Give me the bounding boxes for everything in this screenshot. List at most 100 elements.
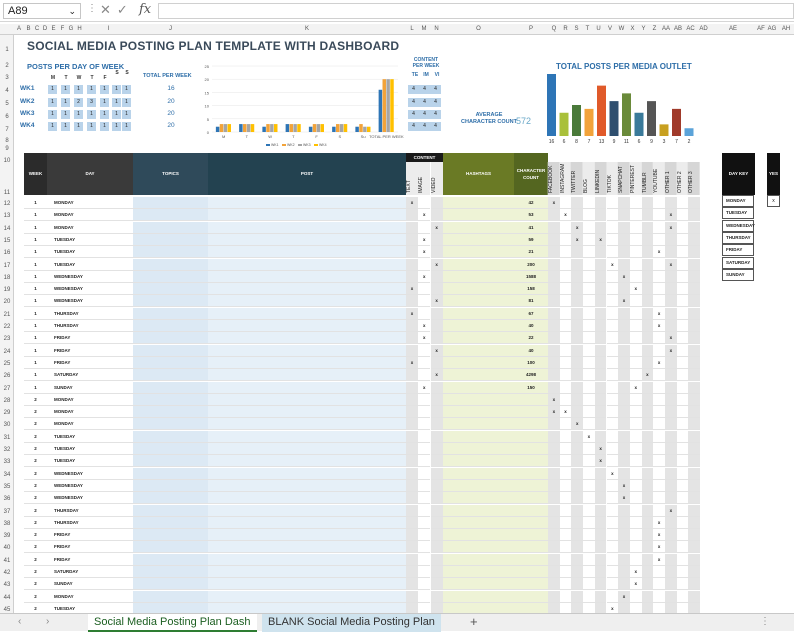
outlet-cell[interactable] <box>571 283 584 296</box>
day-cell[interactable]: FRIDAY <box>47 554 133 566</box>
outlet-cell[interactable] <box>583 553 595 566</box>
hashtag-cell[interactable] <box>443 529 514 542</box>
outlet-cell[interactable] <box>583 479 595 492</box>
outlet-cell[interactable] <box>688 209 701 222</box>
outlet-cell[interactable] <box>688 529 701 542</box>
outlet-cell[interactable] <box>665 307 677 320</box>
outlet-cell[interactable] <box>606 406 619 419</box>
day-cell[interactable]: TUESDAY <box>47 455 133 468</box>
outlet-cell[interactable] <box>641 197 654 209</box>
week-cell[interactable]: 2 <box>24 455 47 468</box>
topic-cell[interactable] <box>133 270 208 283</box>
content-cell[interactable] <box>430 246 443 259</box>
content-cell[interactable] <box>406 541 418 554</box>
week-cell[interactable]: 1 <box>24 320 47 332</box>
content-cell[interactable] <box>430 553 443 566</box>
column-header[interactable]: D <box>41 24 49 35</box>
outlet-cell[interactable] <box>688 332 701 345</box>
outlet-cell[interactable] <box>629 209 642 222</box>
topic-cell[interactable] <box>133 381 208 394</box>
char-count-cell[interactable]: 1588 <box>514 270 548 283</box>
content-count-cell[interactable]: 4 <box>430 110 441 119</box>
day-count-cell[interactable]: 1 <box>87 110 96 119</box>
outlet-cell[interactable] <box>548 430 560 443</box>
row-header[interactable]: 43 <box>0 582 14 588</box>
topic-cell[interactable] <box>133 356 208 369</box>
outlet-cell[interactable]: x <box>641 369 654 382</box>
day-count-cell[interactable]: 1 <box>122 110 131 119</box>
column-header[interactable]: W <box>616 24 627 35</box>
content-cell[interactable] <box>430 590 443 603</box>
content-cell[interactable] <box>430 393 443 406</box>
content-cell[interactable] <box>406 430 418 443</box>
content-cell[interactable] <box>406 209 418 222</box>
content-cell[interactable]: x <box>418 320 431 332</box>
outlet-cell[interactable] <box>676 492 689 505</box>
day-cell[interactable]: TUESDAY <box>47 443 133 455</box>
outlet-cell[interactable] <box>665 197 677 209</box>
week-cell[interactable]: 1 <box>24 222 47 234</box>
formula-input[interactable] <box>158 3 794 19</box>
outlet-cell[interactable] <box>606 356 619 369</box>
content-cell[interactable] <box>430 356 443 369</box>
day-cell[interactable]: WEDNESDAY <box>47 283 133 296</box>
day-count-cell[interactable]: 1 <box>100 85 109 94</box>
outlet-cell[interactable] <box>618 258 630 271</box>
outlet-cell[interactable] <box>606 479 619 492</box>
outlet-cell[interactable] <box>594 209 607 222</box>
outlet-cell[interactable] <box>606 221 619 234</box>
week-cell[interactable]: 2 <box>24 517 47 529</box>
outlet-cell[interactable] <box>618 504 630 517</box>
outlet-cell[interactable] <box>548 258 560 271</box>
outlet-cell[interactable] <box>594 418 607 431</box>
outlet-cell[interactable] <box>688 320 701 332</box>
content-count-cell[interactable]: 4 <box>419 122 430 131</box>
week-cell[interactable]: 2 <box>24 406 47 419</box>
hashtag-cell[interactable] <box>443 566 514 578</box>
row-header[interactable]: 21 <box>0 312 14 318</box>
outlet-cell[interactable] <box>688 406 701 419</box>
outlet-cell[interactable] <box>583 578 595 591</box>
column-header[interactable]: F <box>58 24 67 35</box>
content-cell[interactable]: x <box>418 381 431 394</box>
char-count-cell[interactable]: 67 <box>514 307 548 320</box>
outlet-cell[interactable]: x <box>548 406 560 419</box>
outlet-cell[interactable] <box>665 406 677 419</box>
content-cell[interactable] <box>418 590 431 603</box>
content-cell[interactable] <box>430 233 443 246</box>
outlet-cell[interactable] <box>548 209 560 222</box>
row-header[interactable]: 32 <box>0 447 14 453</box>
outlet-cell[interactable] <box>606 320 619 332</box>
topic-cell[interactable] <box>133 332 208 345</box>
outlet-cell[interactable] <box>606 492 619 505</box>
outlet-cell[interactable] <box>618 246 630 259</box>
yes-cell[interactable]: x <box>767 195 780 207</box>
outlet-cell[interactable] <box>641 430 654 443</box>
day-cell[interactable]: FRIDAY <box>47 345 133 357</box>
outlet-cell[interactable] <box>594 479 607 492</box>
outlet-cell[interactable] <box>629 344 642 357</box>
week-cell[interactable]: 2 <box>24 492 47 505</box>
outlet-cell[interactable] <box>606 418 619 431</box>
outlet-cell[interactable] <box>688 307 701 320</box>
outlet-cell[interactable] <box>559 578 572 591</box>
day-cell[interactable]: TUESDAY <box>47 246 133 259</box>
outlet-cell[interactable] <box>641 467 654 480</box>
post-cell[interactable] <box>208 406 406 419</box>
content-cell[interactable] <box>418 258 431 271</box>
outlet-cell[interactable] <box>653 197 665 209</box>
outlet-cell[interactable] <box>571 541 584 554</box>
content-cell[interactable] <box>406 221 418 234</box>
outlet-cell[interactable] <box>571 307 584 320</box>
outlet-cell[interactable] <box>594 197 607 209</box>
content-cell[interactable]: x <box>430 221 443 234</box>
day-cell[interactable]: TUESDAY <box>47 431 133 443</box>
outlet-cell[interactable] <box>571 381 584 394</box>
content-cell[interactable] <box>430 443 443 455</box>
char-count-cell[interactable] <box>514 418 548 431</box>
outlet-cell[interactable] <box>653 209 665 222</box>
outlet-cell[interactable] <box>571 467 584 480</box>
outlet-cell[interactable] <box>618 430 630 443</box>
outlet-cell[interactable] <box>676 541 689 554</box>
outlet-cell[interactable] <box>606 541 619 554</box>
